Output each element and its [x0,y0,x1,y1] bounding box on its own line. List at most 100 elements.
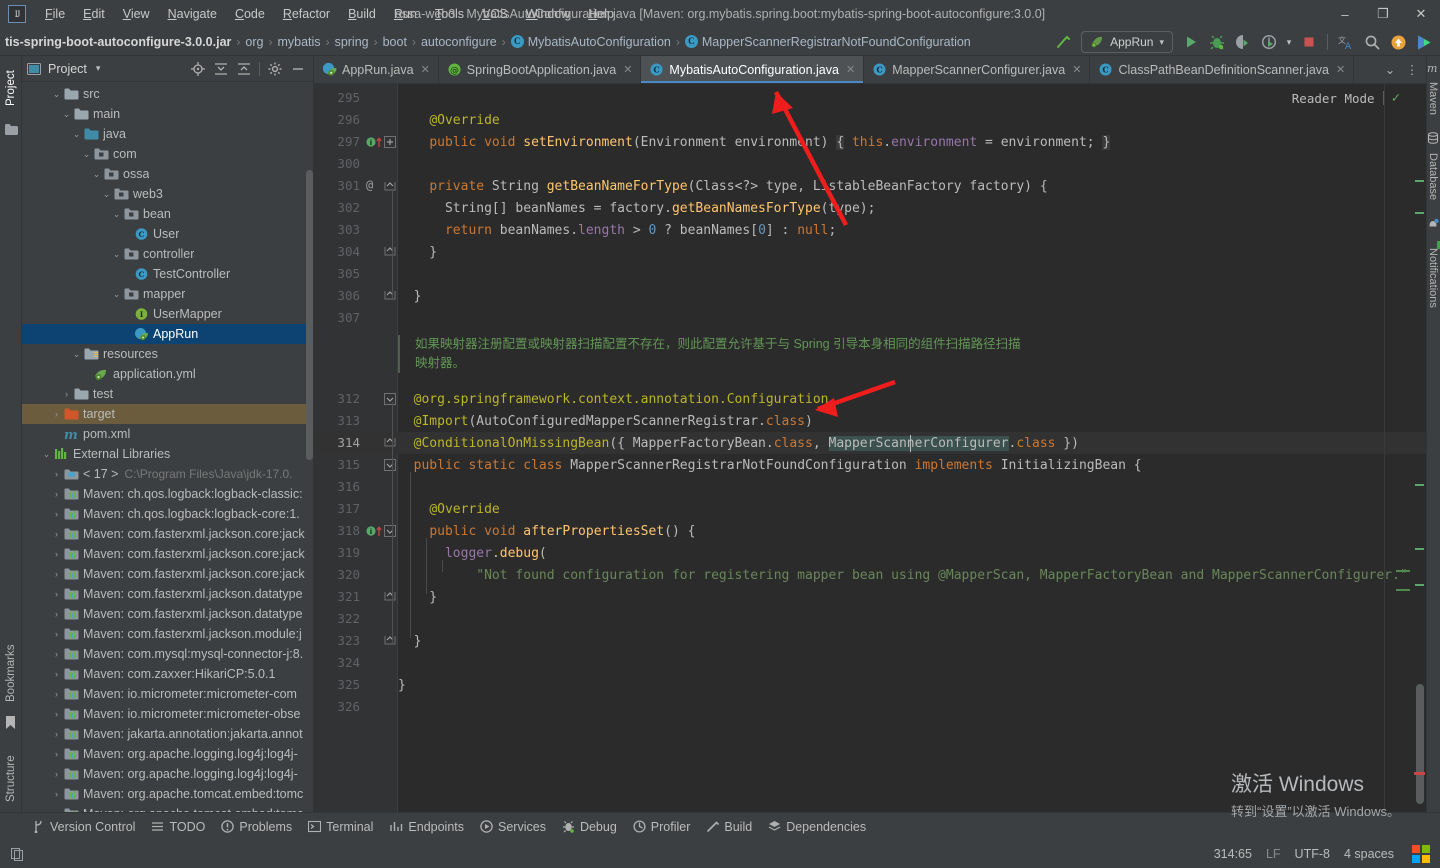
chevron-down-icon[interactable]: ⌄ [110,289,123,300]
locate-icon[interactable] [188,59,208,79]
code-line-322[interactable]: 322 [314,608,1426,630]
tool-window-terminal[interactable]: Terminal [300,817,381,837]
stop-icon[interactable] [1297,30,1321,54]
tree-node-maven-com-fasterxml-jackson-datatype[interactable]: › Maven: com.fasterxml.jackson.datatype [22,604,313,624]
code-line-326[interactable]: 326 [314,696,1426,718]
sidebar-item-database[interactable]: Database [1426,146,1440,208]
editor-tab-springbootapplication-java[interactable]: @ SpringBootApplication.java ✕ [439,56,642,83]
editor-tab-mybatisautoconfiguration-java[interactable]: C MybatisAutoConfiguration.java ✕ [641,56,865,83]
chevron-down-icon[interactable]: ⌄ [80,149,93,160]
search-everywhere-icon[interactable] [1360,30,1384,54]
debug-icon[interactable] [1205,30,1229,54]
tree-node-testcontroller[interactable]: C TestController [22,264,313,284]
code-line-300[interactable]: 300 [314,153,1426,175]
tree-node-controller[interactable]: ⌄ controller [22,244,313,264]
code-line-324[interactable]: 324 [314,652,1426,674]
menu-file[interactable]: File [36,3,74,25]
code-line-306[interactable]: 306 } [314,285,1426,307]
chevron-right-icon[interactable]: › [50,649,63,659]
tree-node-pom-xml[interactable]: m pom.xml [22,424,313,444]
breadcrumb-item-5[interactable]: autoconfigure [418,33,500,51]
chevron-right-icon[interactable]: › [50,709,63,719]
breadcrumb-item-7[interactable]: C MapperScannerRegistrarNotFoundConfigura… [682,33,974,51]
tree-node-com[interactable]: ⌄ com [22,144,313,164]
chevron-down-icon[interactable]: ⌄ [60,109,73,120]
tree-node-bean[interactable]: ⌄ bean [22,204,313,224]
editor-scrollbar[interactable] [1416,684,1424,804]
menu-edit[interactable]: Edit [74,3,114,25]
line-separator[interactable]: LF [1266,847,1281,861]
tree-node-external-libraries[interactable]: ⌄ External Libraries [22,444,313,464]
chevron-right-icon[interactable]: › [50,669,63,679]
profiler-icon[interactable] [1257,30,1281,54]
menu-code[interactable]: Code [226,3,274,25]
hide-icon[interactable] [288,59,308,79]
menu-window[interactable]: Window [517,3,579,25]
maximize-button[interactable]: ❐ [1364,0,1402,28]
tree-node-src[interactable]: ⌄ src [22,84,313,104]
chevron-right-icon[interactable]: › [50,609,63,619]
fold-end-icon[interactable] [384,291,396,300]
error-stripe[interactable] [1414,772,1425,775]
tree-node--17-[interactable]: › < 17 > C:\Program Files\Java\jdk-17.0. [22,464,313,484]
tool-window-dependencies[interactable]: Dependencies [760,817,874,837]
tree-node-maven-com-mysql-mysql-connector-j-8-[interactable]: › Maven: com.mysql:mysql-connector-j:8. [22,644,313,664]
chevron-right-icon[interactable]: › [50,569,63,579]
close-tab-icon[interactable]: ✕ [1336,63,1345,76]
tree-node-maven-com-fasterxml-jackson-core-jack[interactable]: › Maven: com.fasterxml.jackson.core:jack [22,544,313,564]
expand-all-icon[interactable] [211,59,231,79]
indent-setting[interactable]: 4 spaces [1344,847,1394,861]
code-line-320[interactable]: 320 "Not found configuration for registe… [314,564,1426,586]
minimize-button[interactable]: – [1326,0,1364,28]
tree-node-resources[interactable]: ⌄ resources [22,344,313,364]
chevron-right-icon[interactable]: › [50,509,63,519]
chevron-down-icon[interactable]: ⌄ [110,209,123,220]
tree-node-apprun[interactable]: AppRun [22,324,313,344]
chevron-right-icon[interactable]: › [50,589,63,599]
tree-node-ossa[interactable]: ⌄ ossa [22,164,313,184]
chevron-right-icon[interactable]: › [50,789,63,799]
fold-expanded-icon[interactable] [384,459,396,471]
tree-node-target[interactable]: › target [22,404,313,424]
tool-window-endpoints[interactable]: Endpoints [381,817,472,837]
close-tab-icon[interactable]: ✕ [846,63,855,76]
reader-mode-indicator[interactable]: Reader Mode ✓ [1292,90,1400,106]
translate-icon[interactable]: 文 A [1334,30,1358,54]
fold-expanded-icon[interactable] [384,393,396,405]
project-pane-caret-icon[interactable]: ▾ [96,63,101,74]
chevron-right-icon[interactable]: › [50,749,63,759]
code-line-321[interactable]: 321 } [314,586,1426,608]
code-line-305[interactable]: 305 [314,263,1426,285]
fold-end-icon[interactable] [384,592,396,601]
caret-position[interactable]: 314:65 [1214,847,1252,861]
run-with-coverage-icon[interactable] [1231,30,1255,54]
file-encoding[interactable]: UTF-8 [1295,847,1330,861]
run-gutter-icon[interactable]: i [366,135,384,149]
breadcrumb-item-6[interactable]: C MybatisAutoConfiguration [508,33,674,51]
breadcrumb-item-4[interactable]: boot [380,33,410,51]
project-tree-scrollbar[interactable] [306,170,313,460]
tree-node-test[interactable]: › test [22,384,313,404]
menu-vcs[interactable]: VCS [473,3,517,25]
override-gutter-icon[interactable]: @ [366,178,373,192]
fold-end-icon[interactable] [384,182,396,191]
chevron-right-icon[interactable]: › [50,529,63,539]
breadcrumb-item-3[interactable]: spring [332,33,372,51]
chevron-right-icon[interactable]: › [50,729,63,739]
run-configuration-selector[interactable]: AppRun ▾ [1081,31,1173,53]
code-line-315[interactable]: 315 public static class MapperScannerReg… [314,454,1426,476]
code-line-325[interactable]: 325} [314,674,1426,696]
tree-node-web3[interactable]: ⌄ web3 [22,184,313,204]
chevron-right-icon[interactable]: › [50,409,63,419]
chevron-right-icon[interactable]: › [50,769,63,779]
copy-icon[interactable] [6,847,28,861]
chevron-right-icon[interactable]: › [60,389,73,399]
fold-end-icon[interactable] [384,247,396,256]
tree-node-maven-io-micrometer-micrometer-obse[interactable]: › Maven: io.micrometer:micrometer-obse [22,704,313,724]
code-line-312[interactable]: 312 @org.springframework.context.annotat… [314,388,1426,410]
tree-node-mapper[interactable]: ⌄ mapper [22,284,313,304]
editor-tab-apprun-java[interactable]: AppRun.java ✕ [314,56,439,83]
chevron-down-icon[interactable]: ⌄ [70,129,83,140]
code-line-303[interactable]: 303 return beanNames.length > 0 ? beanNa… [314,219,1426,241]
code-line-297[interactable]: 297 public void setEnvironment(Environme… [314,131,1426,153]
